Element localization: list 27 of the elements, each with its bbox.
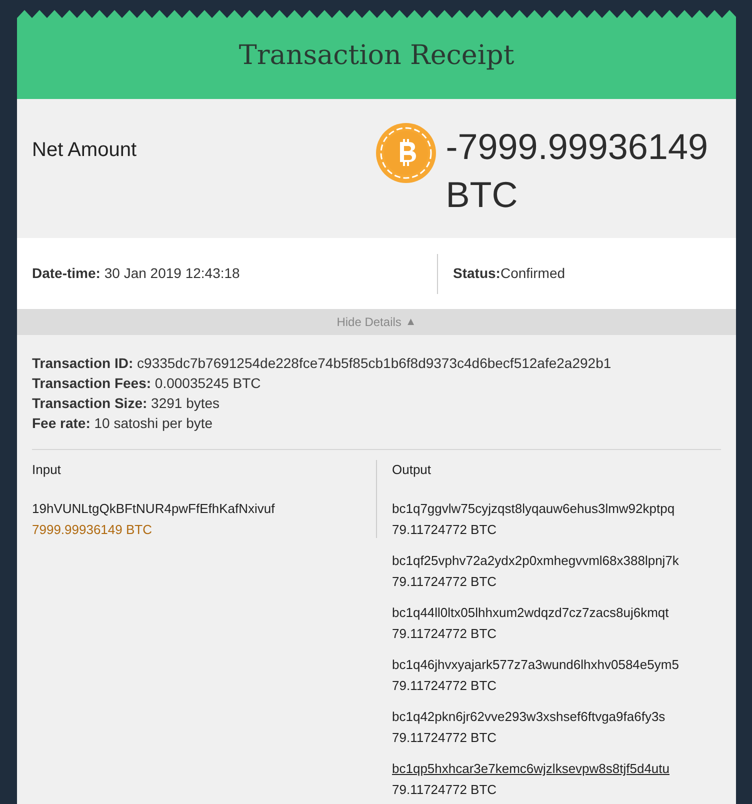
address-link[interactable]: bc1q46jhvxyajark577z7a3wund6lhxhv0584e5ym5 bbox=[392, 655, 679, 675]
address-link[interactable]: bc1q44ll0ltx05lhhxum2wdqzd7cz7zacs8uj6kmqt bbox=[392, 603, 669, 623]
btc-amount: 79.11724772 BTC bbox=[392, 573, 497, 591]
btc-amount: 79.11724772 BTC bbox=[392, 521, 497, 539]
address-link[interactable]: bc1q42pkn6jr62vve293w3xshsef6ftvga9fa6fy3s bbox=[392, 707, 666, 727]
detail-line: Transaction Size: 3291 bytes bbox=[32, 394, 220, 413]
net-amount-value: -7999.99936149 bbox=[446, 125, 708, 169]
btc-amount: 79.11724772 BTC bbox=[392, 625, 497, 643]
net-amount-label: Net Amount bbox=[32, 138, 137, 163]
address-link[interactable]: bc1qp5hxhcar3e7kemc6wjzlksevpw8s8tjf5d4utu bbox=[392, 759, 670, 779]
detail-line: Transaction ID: c9335dc7b7691254de228fce74b5f85cb1b6f8d9373c4d6becf512afe2a292b1 bbox=[32, 354, 612, 373]
date-time: Date-time: 30 Jan 2019 12:43:18 bbox=[31, 264, 241, 283]
column-heading: Output bbox=[392, 461, 432, 479]
btc-amount: 79.11724772 BTC bbox=[392, 677, 497, 695]
btc-amount: 79.11724772 BTC bbox=[392, 729, 497, 747]
receipt-title: Transaction Receipt bbox=[238, 39, 514, 74]
address-link[interactable]: bc1q7ggvlw75cyjzqst8lyqauw6ehus3lmw92kptpq bbox=[392, 499, 675, 519]
address-link[interactable]: bc1qf25vphv72a2ydx2p0xmhegvvml68x388lpnj7k bbox=[392, 551, 679, 571]
btc-amount: 7999.99936149 BTC bbox=[32, 521, 152, 539]
status: Status:Confirmed bbox=[452, 264, 566, 283]
btc-amount: 79.11724772 BTC bbox=[392, 781, 497, 799]
detail-line: Transaction Fees: 0.00035245 BTC bbox=[32, 374, 261, 393]
address-link[interactable]: 19hVUNLtgQkBFtNUR4pwFfEfhKafNxivuf bbox=[32, 499, 275, 519]
column-heading: Input bbox=[32, 461, 61, 479]
detail-line: Fee rate: 10 satoshi per byte bbox=[32, 414, 213, 433]
bitcoin-icon bbox=[376, 123, 436, 183]
currency-unit: BTC bbox=[446, 173, 519, 217]
